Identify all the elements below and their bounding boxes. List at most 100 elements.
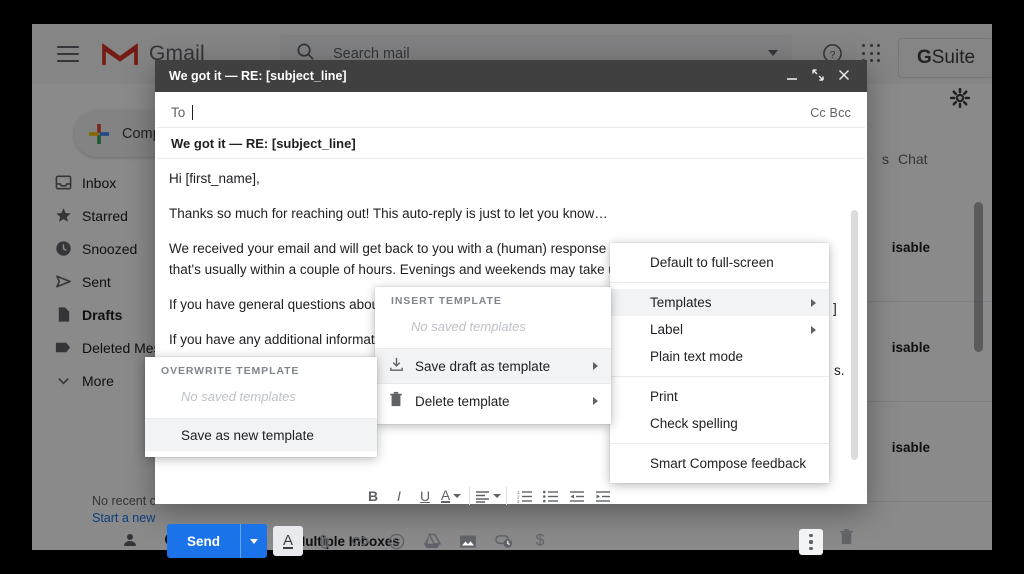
- templates-submenu: INSERT TEMPLATE No saved templates Save …: [375, 287, 611, 424]
- menu-item-label: Save as new template: [181, 427, 314, 443]
- submenu-arrow-icon: [593, 397, 598, 405]
- menu-item-default-to-full-screen[interactable]: Default to full-screen: [610, 249, 829, 276]
- body-line: Thanks so much for reaching out! This au…: [169, 206, 608, 222]
- send-button[interactable]: Send: [167, 524, 268, 558]
- text-format-icon[interactable]: A: [273, 526, 304, 556]
- indent-less-icon[interactable]: [564, 483, 590, 509]
- sidebar-item-label: Inbox: [82, 174, 117, 191]
- menu-item-label: Default to full-screen: [650, 255, 774, 270]
- confidential-mode-icon[interactable]: [489, 526, 519, 556]
- close-icon[interactable]: [831, 68, 857, 85]
- inbox-icon: [54, 174, 72, 192]
- insert-emoji-icon[interactable]: [381, 526, 411, 556]
- to-label: To: [171, 105, 186, 120]
- compose-bottom-bar: Send A $: [155, 515, 867, 567]
- svg-text:?: ?: [830, 49, 836, 61]
- disable-label[interactable]: isable: [892, 440, 930, 455]
- screen: Gmail Search mail ? GSuite Compose Inbox…: [0, 0, 1024, 574]
- submenu-arrow-icon: [593, 362, 598, 370]
- menu-divider: [610, 282, 829, 283]
- expand-icon[interactable]: [805, 68, 831, 85]
- align-icon[interactable]: [475, 483, 501, 509]
- hamburger-icon[interactable]: [57, 46, 79, 62]
- save-icon: [388, 356, 405, 376]
- gear-icon[interactable]: [949, 87, 971, 113]
- menu-item-label: Templates: [650, 295, 712, 310]
- gmail-m-icon: [101, 40, 139, 68]
- insert-photo-icon[interactable]: [453, 526, 483, 556]
- submenu-arrow-icon: [811, 325, 816, 334]
- search-options-chevron-down-icon[interactable]: [768, 50, 778, 56]
- sidebar-item-label: Sent: [82, 273, 111, 290]
- menu-item-save-as-new-template[interactable]: Save as new template: [145, 419, 377, 451]
- insert-template-empty: No saved templates: [411, 319, 526, 334]
- gsuite-label: GSuite: [917, 47, 975, 69]
- menu-item-label: Smart Compose feedback: [650, 456, 807, 471]
- overwrite-template-submenu: OVERWRITE TEMPLATE No saved templates Sa…: [145, 357, 377, 457]
- menu-item-label[interactable]: Label: [610, 316, 829, 343]
- more-options-menu: Default to full-screen Templates Label P…: [610, 243, 829, 483]
- minimize-icon[interactable]: [779, 69, 805, 84]
- disable-label[interactable]: isable: [892, 240, 930, 255]
- indent-more-icon[interactable]: [590, 483, 616, 509]
- menu-item-label: Label: [650, 322, 684, 337]
- menu-item-plain-text-mode[interactable]: Plain text mode: [610, 343, 829, 370]
- body-scrollbar[interactable]: [851, 210, 858, 460]
- subject-row[interactable]: We got it — RE: [subject_line]: [157, 128, 865, 159]
- menu-item-label: Check spelling: [650, 416, 738, 431]
- sidebar-item-label: Starred: [82, 207, 128, 224]
- contact-icon[interactable]: [122, 532, 138, 550]
- compose-titlebar[interactable]: We got it — RE: [subject_line]: [155, 60, 867, 92]
- insert-money-icon[interactable]: $: [525, 526, 555, 556]
- menu-item-save-draft-as-template[interactable]: Save draft as template: [375, 349, 611, 383]
- bulleted-list-icon[interactable]: [538, 483, 564, 509]
- trash-icon[interactable]: [838, 528, 855, 551]
- menu-item-print[interactable]: Print: [610, 383, 829, 410]
- toolbar-divider: [506, 487, 507, 505]
- subject-input[interactable]: We got it — RE: [subject_line]: [171, 136, 356, 151]
- gsuite-button[interactable]: GSuite: [898, 38, 992, 78]
- menu-item-label: Save draft as template: [415, 358, 551, 374]
- plus-icon: [88, 123, 110, 145]
- body-right-fragment: ]: [833, 301, 837, 316]
- disable-label[interactable]: isable: [892, 340, 930, 355]
- cc-bcc-button[interactable]: Cc Bcc: [810, 106, 851, 120]
- menu-item-label: Print: [650, 389, 678, 404]
- toolbar-divider: [469, 487, 470, 505]
- overwrite-template-empty: No saved templates: [181, 389, 296, 404]
- italic-icon[interactable]: I: [386, 483, 412, 509]
- more-options-icon[interactable]: [799, 529, 823, 555]
- send-options-chevron-down-icon[interactable]: [241, 538, 267, 544]
- bold-icon[interactable]: B: [360, 483, 386, 509]
- menu-item-label: Plain text mode: [650, 349, 744, 364]
- list-scrollbar[interactable]: [974, 202, 983, 352]
- numbered-list-icon[interactable]: 1 2 3: [512, 483, 538, 509]
- menu-item-templates[interactable]: Templates: [610, 289, 829, 316]
- menu-item-label: Delete template: [415, 393, 510, 409]
- clock-icon: [54, 240, 72, 258]
- recipients-row[interactable]: To Cc Bcc: [157, 98, 865, 128]
- menu-item-delete-template[interactable]: Delete template: [375, 384, 611, 418]
- tab-chat[interactable]: Chat: [898, 151, 928, 167]
- menu-item-check-spelling[interactable]: Check spelling: [610, 410, 829, 437]
- sidebar-item-label: More: [82, 372, 114, 389]
- formatting-toolbar: B I U A 1 2 3: [155, 480, 867, 512]
- text-color-icon[interactable]: A: [438, 483, 464, 509]
- svg-text:3: 3: [517, 499, 520, 503]
- body-right-fragment: s.: [834, 363, 845, 378]
- google-drive-icon[interactable]: [417, 526, 447, 556]
- compose-title-label: We got it — RE: [subject_line]: [169, 69, 347, 83]
- menu-item-smart-compose-feedback[interactable]: Smart Compose feedback: [610, 450, 829, 477]
- gsuite-g-letter: G: [916, 47, 932, 68]
- insert-link-icon[interactable]: [345, 526, 375, 556]
- send-label: Send: [187, 533, 221, 549]
- tab-fragment-label: s: [882, 151, 889, 167]
- attach-file-icon[interactable]: [309, 526, 339, 556]
- chevron-down-icon: [54, 372, 72, 390]
- to-input-caret: [192, 105, 194, 120]
- send-icon: [54, 273, 72, 291]
- draft-icon: [54, 306, 72, 324]
- star-icon: [54, 207, 72, 225]
- underline-icon[interactable]: U: [412, 483, 438, 509]
- menu-divider: [610, 376, 829, 377]
